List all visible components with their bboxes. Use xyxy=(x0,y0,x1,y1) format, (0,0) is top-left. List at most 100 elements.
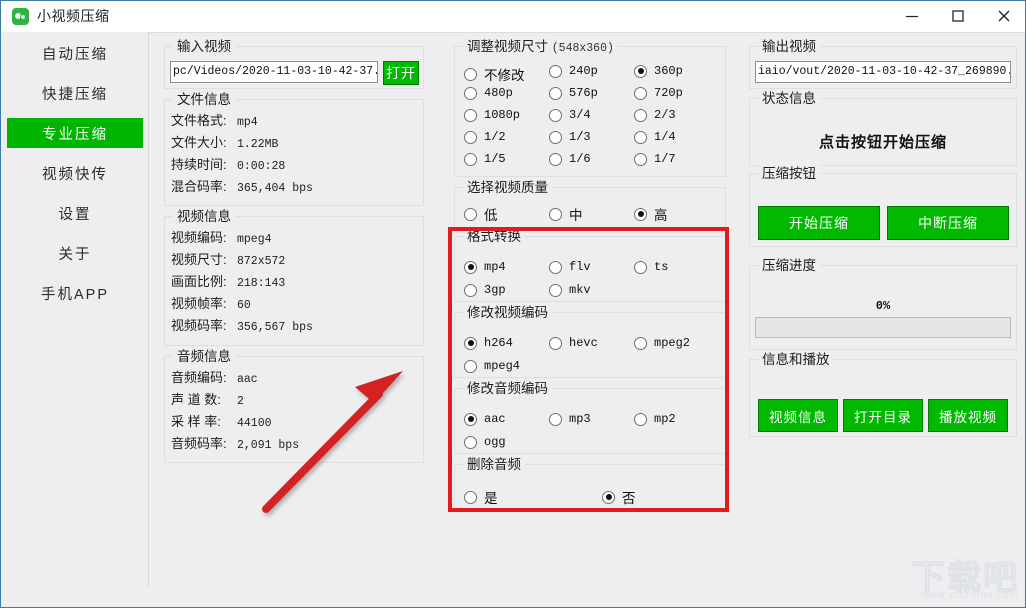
output-path-field[interactable]: iaio/vout/2020-11-03-10-42-37_269890.mp4 xyxy=(755,61,1011,83)
acodec-option-mp3[interactable]: mp3 xyxy=(549,412,591,426)
radio-dot xyxy=(634,130,647,144)
resize-option-1-6[interactable]: 1/6 xyxy=(549,152,591,166)
aspect-ratio-value: 218:143 xyxy=(237,277,286,290)
site-watermark: 下载吧 www.xiazaiba.com xyxy=(911,560,1019,602)
resize-option-240p[interactable]: 240p xyxy=(549,64,598,78)
radio-label: 720p xyxy=(654,86,683,100)
open-file-button[interactable]: 打开 xyxy=(383,61,419,85)
resize-option-1-3[interactable]: 1/3 xyxy=(549,130,591,144)
radio-dot xyxy=(549,130,562,144)
duration-label: 持续时间: xyxy=(171,157,227,172)
radio-label: mpeg4 xyxy=(484,359,521,373)
radio-label: mpeg2 xyxy=(654,336,691,350)
resize-option-1-7[interactable]: 1/7 xyxy=(634,152,676,166)
video-info-button[interactable]: 视频信息 xyxy=(758,399,838,432)
radio-dot xyxy=(549,336,562,350)
file-info-legend: 文件信息 xyxy=(173,91,235,108)
resize-option-1-4[interactable]: 1/4 xyxy=(634,130,676,144)
radio-dot xyxy=(464,207,477,221)
input-path-field[interactable]: pc/Videos/2020-11-03-10-42-37.mp4 xyxy=(170,61,378,83)
radio-dot xyxy=(602,490,615,504)
sidebar-item-auto-compress[interactable]: 自动压缩 xyxy=(7,38,143,68)
sidebar-item-video-transfer[interactable]: 视频快传 xyxy=(7,158,143,188)
resize-option-720p[interactable]: 720p xyxy=(634,86,683,100)
radio-label: mkv xyxy=(569,283,591,297)
radio-label: 1/3 xyxy=(569,130,591,144)
quality-option-low[interactable]: 低 xyxy=(464,204,498,224)
radio-label: ogg xyxy=(484,435,506,449)
radio-label: 是 xyxy=(484,491,498,506)
radio-label: 低 xyxy=(484,208,498,223)
resize-option-576p[interactable]: 576p xyxy=(549,86,598,100)
quality-option-high[interactable]: 高 xyxy=(634,204,668,224)
format-option-mkv[interactable]: mkv xyxy=(549,283,591,297)
minimize-icon[interactable] xyxy=(889,1,935,31)
vcodec-option-h264[interactable]: h264 xyxy=(464,336,513,350)
resize-option-360p[interactable]: 360p xyxy=(634,64,683,78)
radio-label: flv xyxy=(569,260,591,274)
resize-option-1-5[interactable]: 1/5 xyxy=(464,152,506,166)
remove-audio-option-yes[interactable]: 是 xyxy=(464,487,498,507)
sidebar-item-settings[interactable]: 设置 xyxy=(7,198,143,228)
channels-label: 声 道 数: xyxy=(171,392,221,407)
resize-option-no-change[interactable]: 不修改 xyxy=(464,64,525,84)
video-codec-label: 视频编码: xyxy=(171,230,227,245)
remove-audio-option-no[interactable]: 否 xyxy=(602,487,636,507)
format-option-flv[interactable]: flv xyxy=(549,260,591,274)
video-bitrate-label: 视频码率: xyxy=(171,318,227,333)
sidebar-item-quick-compress[interactable]: 快捷压缩 xyxy=(7,78,143,108)
open-directory-button[interactable]: 打开目录 xyxy=(843,399,923,432)
quality-option-medium[interactable]: 中 xyxy=(549,204,583,224)
radio-dot xyxy=(464,86,477,100)
close-icon[interactable] xyxy=(981,1,1025,31)
vcodec-option-mpeg2[interactable]: mpeg2 xyxy=(634,336,690,350)
duration-row: 持续时间: 0:00:28 xyxy=(171,154,285,173)
video-codec-row: 视频编码: mpeg4 xyxy=(171,227,272,246)
vcodec-option-hevc[interactable]: hevc xyxy=(549,336,598,350)
radio-dot xyxy=(549,283,562,297)
radio-label: aac xyxy=(484,412,506,426)
radio-dot xyxy=(549,152,562,166)
resize-option-2-3[interactable]: 2/3 xyxy=(634,108,676,122)
format-option-ts[interactable]: ts xyxy=(634,260,668,274)
sidebar-item-pro-compress[interactable]: 专业压缩 xyxy=(7,118,143,148)
radio-dot xyxy=(549,207,562,221)
radio-dot xyxy=(464,336,477,350)
aspect-ratio-label: 画面比例: xyxy=(171,274,227,289)
sidebar-item-mobile-app[interactable]: 手机APP xyxy=(7,278,143,308)
stop-compress-button[interactable]: 中断压缩 xyxy=(887,206,1009,240)
radio-label: 3/4 xyxy=(569,108,591,122)
radio-dot xyxy=(464,283,477,297)
radio-dot xyxy=(464,67,477,81)
radio-dot xyxy=(549,108,562,122)
file-format-row: 文件格式: mp4 xyxy=(171,110,258,129)
audio-info-legend: 音频信息 xyxy=(173,348,235,365)
input-video-legend: 输入视频 xyxy=(173,38,235,55)
maximize-icon[interactable] xyxy=(935,1,981,31)
start-compress-button[interactable]: 开始压缩 xyxy=(758,206,880,240)
sidebar-nav: 自动压缩 快捷压缩 专业压缩 视频快传 设置 关于 手机APP xyxy=(2,32,149,587)
resize-option-1-2[interactable]: 1/2 xyxy=(464,130,506,144)
acodec-option-mp2[interactable]: mp2 xyxy=(634,412,676,426)
format-option-mp4[interactable]: mp4 xyxy=(464,260,506,274)
resize-option-480p[interactable]: 480p xyxy=(464,86,513,100)
radio-label: 480p xyxy=(484,86,513,100)
sidebar-item-about[interactable]: 关于 xyxy=(7,238,143,268)
video-codec-legend: 修改视频编码 xyxy=(463,304,552,321)
resize-option-1080p[interactable]: 1080p xyxy=(464,108,520,122)
file-size-label: 文件大小: xyxy=(171,135,227,150)
format-option-3gp[interactable]: 3gp xyxy=(464,283,506,297)
channels-value: 2 xyxy=(237,395,244,408)
acodec-option-aac[interactable]: aac xyxy=(464,412,506,426)
vcodec-option-mpeg4[interactable]: mpeg4 xyxy=(464,359,520,373)
radio-dot xyxy=(634,260,647,274)
radio-label: hevc xyxy=(569,336,598,350)
acodec-option-ogg[interactable]: ogg xyxy=(464,435,506,449)
radio-dot xyxy=(549,412,562,426)
resize-option-3-4[interactable]: 3/4 xyxy=(549,108,591,122)
frame-rate-value: 60 xyxy=(237,299,251,312)
radio-label: 1/4 xyxy=(654,130,676,144)
radio-dot xyxy=(634,336,647,350)
compress-buttons-legend: 压缩按钮 xyxy=(758,165,820,182)
play-video-button[interactable]: 播放视频 xyxy=(928,399,1008,432)
